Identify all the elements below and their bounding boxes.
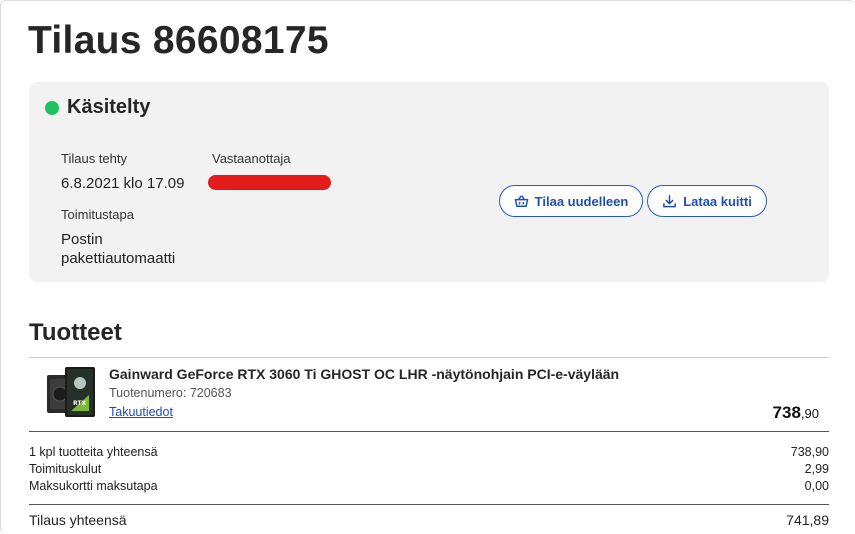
product-image: RTX bbox=[45, 365, 97, 419]
svg-text:RTX: RTX bbox=[73, 400, 86, 407]
price-whole: 738 bbox=[772, 403, 801, 422]
summary-label: Toimituskulut bbox=[29, 462, 102, 476]
summary-row: Toimituskulut 2,99 bbox=[29, 462, 829, 476]
products-heading: Tuotteet bbox=[29, 319, 122, 346]
download-receipt-button[interactable]: Lataa kuitti bbox=[647, 185, 767, 217]
summary-value: 738,90 bbox=[790, 445, 829, 459]
total-value: 741,89 bbox=[786, 512, 829, 528]
product-number: Tuotenumero: 720683 bbox=[109, 386, 232, 400]
basket-icon bbox=[514, 194, 528, 207]
reorder-label: Tilaa uudelleen bbox=[534, 193, 629, 209]
total-label: Tilaus yhteensä bbox=[29, 512, 127, 528]
product-price: 738,90 bbox=[773, 403, 819, 423]
summary-label: 1 kpl tuotteita yhteensä bbox=[29, 445, 158, 459]
receipt-label: Lataa kuitti bbox=[683, 193, 752, 209]
status-row: Käsitelty bbox=[45, 96, 150, 119]
summary-row: 1 kpl tuotteita yhteensä 738,90 bbox=[29, 445, 829, 459]
recipient-label: Vastaanottaja bbox=[212, 151, 291, 166]
page-title: Tilaus 86608175 bbox=[28, 19, 329, 62]
delivery-value-line2: pakettiautomaatti bbox=[61, 250, 176, 267]
recipient-redaction bbox=[208, 175, 331, 190]
reorder-button[interactable]: Tilaa uudelleen bbox=[499, 185, 643, 217]
status-dot-icon bbox=[45, 100, 59, 115]
delivery-label: Toimitustapa bbox=[61, 207, 134, 222]
price-cents: ,90 bbox=[800, 406, 819, 421]
summary-label: Maksukortti maksutapa bbox=[29, 479, 158, 493]
ordered-label: Tilaus tehty bbox=[61, 151, 127, 166]
summary-value: 2,99 bbox=[804, 462, 829, 476]
summary-value: 0,00 bbox=[804, 479, 829, 493]
total-divider bbox=[29, 504, 829, 505]
delivery-value-line1: Postin bbox=[61, 231, 103, 248]
total-row: Tilaus yhteensä 741,89 bbox=[29, 512, 829, 528]
products-bottom-divider bbox=[29, 431, 829, 432]
download-icon bbox=[663, 194, 677, 207]
product-name: Gainward GeForce RTX 3060 Ti GHOST OC LH… bbox=[109, 366, 620, 382]
summary-row: Maksukortti maksutapa 0,00 bbox=[29, 479, 829, 493]
products-top-divider bbox=[29, 357, 829, 358]
warranty-link[interactable]: Takuutiedot bbox=[109, 405, 173, 419]
order-status-card: Käsitelty Tilaus tehty 6.8.2021 klo 17.0… bbox=[29, 82, 829, 282]
status-text: Käsitelty bbox=[67, 96, 151, 118]
order-page: Tilaus 86608175 Käsitelty Tilaus tehty 6… bbox=[0, 0, 855, 534]
ordered-value: 6.8.2021 klo 17.09 bbox=[61, 175, 185, 192]
